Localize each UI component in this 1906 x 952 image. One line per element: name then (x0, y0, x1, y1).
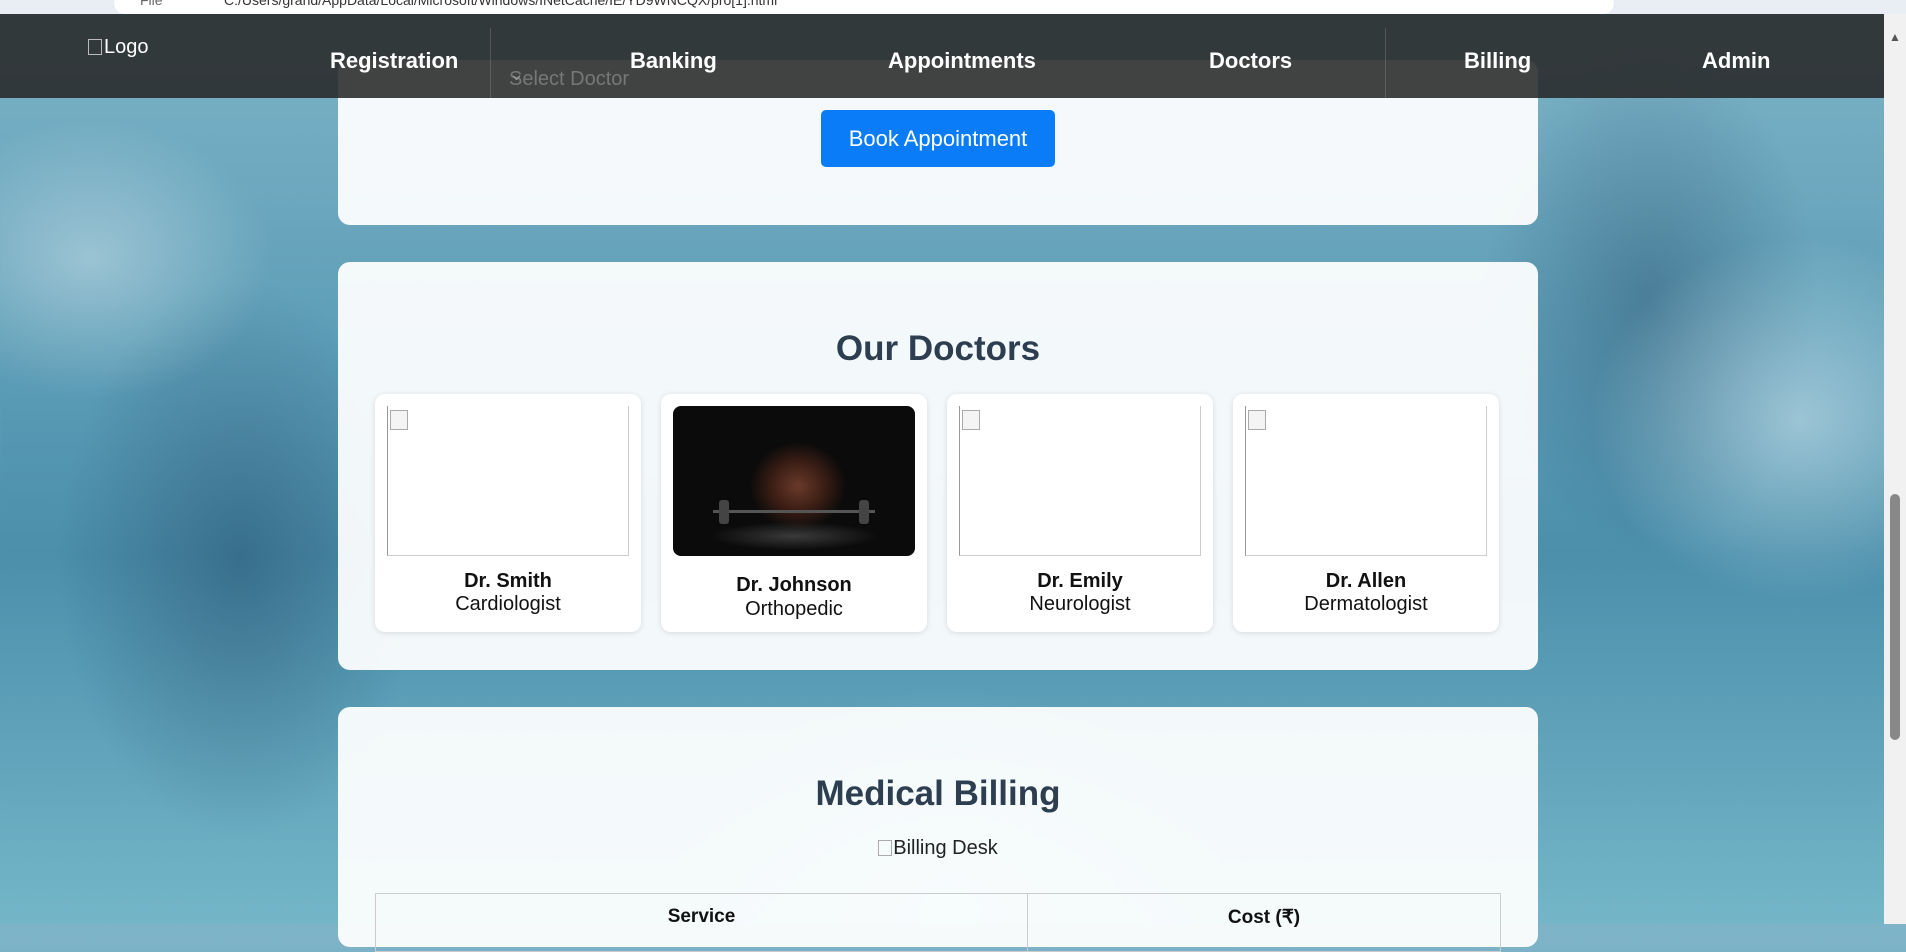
broken-image-icon (88, 39, 102, 55)
logo-alt-text: Logo (104, 36, 149, 58)
doctor-card-smith[interactable]: Dr. Smith Cardiologist (375, 394, 641, 632)
browser-chrome: File C:/Users/grand/AppData/Local/Micros… (0, 0, 1906, 14)
broken-image-icon (1248, 410, 1266, 430)
doctor-card-allen[interactable]: Dr. Allen Dermatologist (1233, 394, 1499, 632)
doctor-photo (673, 406, 915, 556)
top-navbar: Logo Select Doctor ⌄ Registration Bankin… (0, 14, 1884, 98)
page-scrollbar[interactable]: ▲ (1884, 14, 1906, 924)
column-header-service: Service (375, 893, 1028, 952)
logo[interactable]: Logo (88, 36, 149, 59)
doctor-specialty: Orthopedic (745, 598, 843, 620)
doctor-name: Dr. Johnson (736, 574, 852, 596)
doctors-panel: Our Doctors Dr. Smith Cardiologist Dr. J… (338, 262, 1538, 670)
nav-item-admin[interactable]: Admin (1702, 48, 1770, 74)
address-bar[interactable]: File C:/Users/grand/AppData/Local/Micros… (114, 0, 1614, 14)
doctor-photo-broken (387, 406, 629, 556)
doctor-photo-broken (959, 406, 1201, 556)
nav-item-appointments[interactable]: Appointments (888, 48, 1036, 74)
doctor-card-johnson[interactable]: Dr. Johnson Orthopedic (661, 394, 927, 632)
book-appointment-button[interactable]: Book Appointment (821, 110, 1055, 167)
billing-desk-image: Billing Desk (338, 837, 1538, 860)
file-scheme-label: File (140, 0, 163, 8)
billing-table: Service Cost (₹) (375, 893, 1501, 952)
billing-section-title: Medical Billing (815, 774, 1061, 813)
doctors-section-title: Our Doctors (835, 329, 1041, 368)
scroll-up-arrow-icon[interactable]: ▲ (1889, 30, 1901, 44)
doctor-specialty: Dermatologist (1304, 593, 1428, 615)
broken-image-icon (962, 410, 980, 430)
doctor-name: Dr. Smith (464, 570, 552, 592)
doctor-card-emily[interactable]: Dr. Emily Neurologist (947, 394, 1213, 632)
nav-item-registration[interactable]: Registration (330, 48, 458, 74)
column-header-cost: Cost (₹) (1027, 893, 1501, 952)
scrollbar-thumb[interactable] (1890, 494, 1900, 740)
nav-item-doctors[interactable]: Doctors (1209, 48, 1292, 74)
doctor-name: Dr. Emily (1037, 570, 1123, 592)
broken-image-icon (390, 410, 408, 430)
billing-panel: Medical Billing Billing Desk Service Cos… (338, 707, 1538, 952)
broken-image-icon (878, 840, 893, 856)
nav-item-billing[interactable]: Billing (1464, 48, 1531, 74)
doctor-specialty: Cardiologist (455, 593, 561, 615)
address-text: C:/Users/grand/AppData/Local/Microsoft/W… (224, 0, 778, 8)
doctor-specialty: Neurologist (1029, 593, 1131, 615)
nav-item-banking[interactable]: Banking (630, 48, 717, 74)
doctor-name: Dr. Allen (1325, 570, 1407, 592)
billing-image-alt: Billing Desk (893, 837, 998, 859)
doctor-photo-broken (1245, 406, 1487, 556)
